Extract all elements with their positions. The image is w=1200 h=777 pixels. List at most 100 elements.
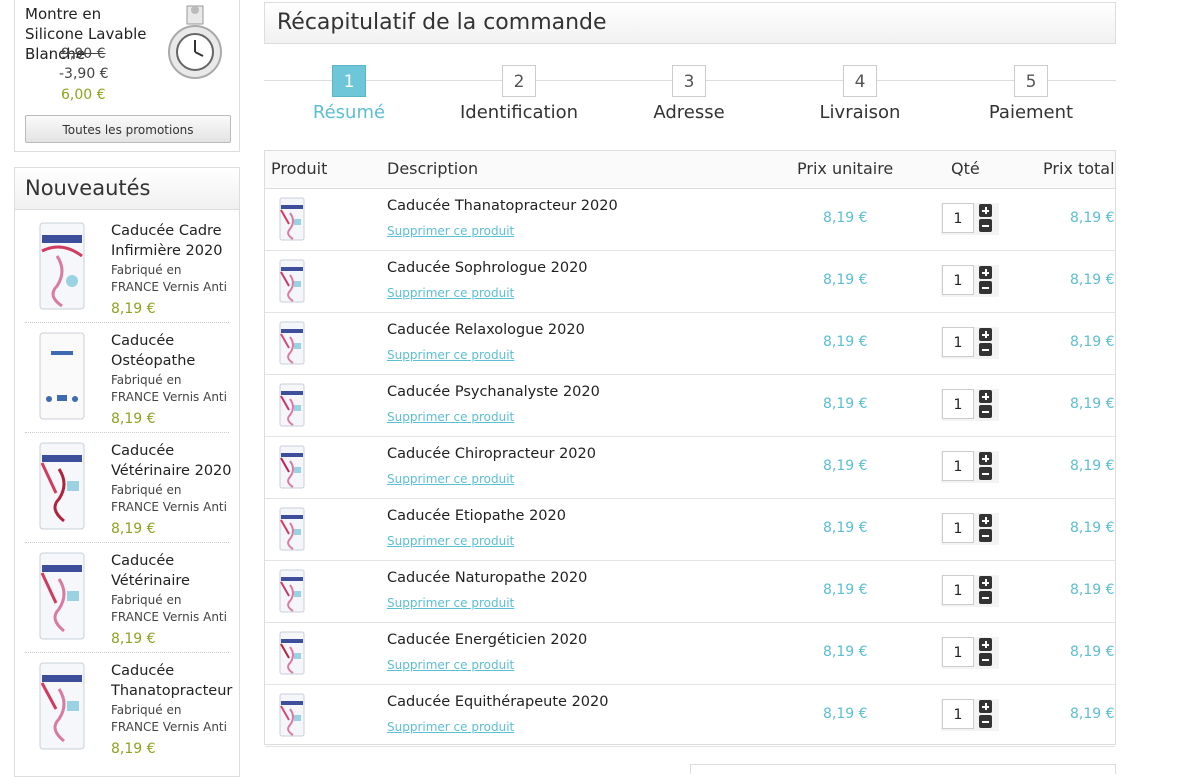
cart-product-name[interactable]: Caducée Thanatopracteur 2020 — [387, 198, 618, 214]
new-product-name[interactable]: Caducée Vétérinaire 2020 — [111, 441, 235, 481]
product-image[interactable] — [279, 259, 305, 303]
remove-product-link[interactable]: Supprimer ce produit — [387, 286, 514, 300]
product-image[interactable] — [279, 321, 305, 365]
remove-product-link[interactable]: Supprimer ce produit — [387, 658, 514, 672]
new-product-item[interactable]: Caducée Vétérinaire 2020 Fabriqué en FRA… — [15, 433, 239, 543]
plus-icon[interactable] — [979, 452, 992, 465]
plus-icon[interactable] — [979, 266, 992, 279]
cart-summary-box — [690, 764, 1116, 774]
total-price: 8,19 € — [1070, 396, 1115, 412]
plus-icon[interactable] — [979, 700, 992, 713]
step-label: Identification — [459, 102, 579, 123]
new-product-name[interactable]: Caducée Vétérinaire — [111, 551, 235, 591]
quantity-input[interactable]: 1 — [942, 203, 974, 233]
remove-product-link[interactable]: Supprimer ce produit — [387, 596, 514, 610]
new-product-desc: Fabriqué en — [111, 263, 182, 277]
new-product-item[interactable]: Caducée Ostéopathe Fabriqué en FRANCE Ve… — [15, 323, 239, 433]
minus-icon[interactable] — [979, 529, 992, 542]
new-product-name[interactable]: Caducée Cadre Infirmière 2020 — [111, 221, 235, 261]
product-image[interactable] — [279, 631, 305, 675]
cart-product-name[interactable]: Caducée Psychanalyste 2020 — [387, 384, 600, 400]
plus-icon[interactable] — [979, 204, 992, 217]
product-thumbnail[interactable] — [37, 661, 87, 751]
total-price: 8,19 € — [1070, 458, 1115, 474]
plus-icon[interactable] — [979, 390, 992, 403]
minus-icon[interactable] — [979, 591, 992, 604]
promo-old-price: 9,90 € — [61, 46, 106, 62]
product-image[interactable] — [279, 507, 305, 551]
plus-icon[interactable] — [979, 576, 992, 589]
step-delivery[interactable]: 4 Livraison — [775, 62, 945, 123]
minus-icon[interactable] — [979, 219, 992, 232]
minus-icon[interactable] — [979, 467, 992, 480]
cart-row: Caducée Etiopathe 2020 Supprimer ce produ… — [265, 498, 1115, 561]
quantity-input[interactable]: 1 — [942, 575, 974, 605]
plus-icon[interactable] — [979, 638, 992, 651]
quantity-input[interactable]: 1 — [942, 637, 974, 667]
quantity-input[interactable]: 1 — [942, 699, 974, 729]
new-product-name[interactable]: Caducée Ostéopathe — [111, 331, 235, 371]
product-thumbnail[interactable] — [37, 441, 87, 531]
cart-row: Caducée Chiropracteur 2020 Supprimer ce p… — [265, 436, 1115, 499]
product-image[interactable] — [279, 693, 305, 737]
promo-box: Montre en Silicone Lavable Blanche 9,90 … — [14, 0, 240, 152]
new-products-box: Nouveautés Caducée Cadre Infirmière 2020… — [14, 167, 240, 777]
quantity-input[interactable]: 1 — [942, 265, 974, 295]
minus-icon[interactable] — [979, 281, 992, 294]
unit-price: 8,19 € — [823, 210, 868, 226]
product-image[interactable] — [279, 569, 305, 613]
nurse-watch-image[interactable] — [165, 4, 225, 82]
remove-product-link[interactable]: Supprimer ce produit — [387, 348, 514, 362]
cart-product-name[interactable]: Caducée Naturopathe 2020 — [387, 570, 587, 586]
new-product-desc: FRANCE Vernis Anti — [111, 280, 227, 294]
quantity-input[interactable]: 1 — [942, 327, 974, 357]
unit-price: 8,19 € — [823, 706, 868, 722]
remove-product-link[interactable]: Supprimer ce produit — [387, 472, 514, 486]
step-identification[interactable]: 2 Identification — [434, 62, 604, 123]
new-product-item[interactable]: Caducée Cadre Infirmière 2020 Fabriqué e… — [15, 213, 239, 323]
quantity-input[interactable]: 1 — [942, 451, 974, 481]
cart-product-name[interactable]: Caducée Etiopathe 2020 — [387, 508, 566, 524]
cart-product-name[interactable]: Caducée Sophrologue 2020 — [387, 260, 588, 276]
new-product-desc: Fabriqué en — [111, 593, 182, 607]
cart-product-name[interactable]: Caducée Energéticien 2020 — [387, 632, 587, 648]
total-price: 8,19 € — [1070, 582, 1115, 598]
unit-price: 8,19 € — [823, 272, 868, 288]
new-product-price: 8,19 € — [111, 521, 156, 537]
product-image[interactable] — [279, 383, 305, 427]
cart-row: Caducée Energéticien 2020 Supprimer ce pr… — [265, 622, 1115, 685]
product-thumbnail[interactable] — [37, 221, 87, 311]
new-product-desc: FRANCE Vernis Anti — [111, 720, 227, 734]
plus-icon[interactable] — [979, 328, 992, 341]
cart-product-name[interactable]: Caducée Chiropracteur 2020 — [387, 446, 596, 462]
minus-icon[interactable] — [979, 653, 992, 666]
cart-product-name[interactable]: Caducée Equithérapeute 2020 — [387, 694, 609, 710]
total-price: 8,19 € — [1070, 706, 1115, 722]
remove-product-link[interactable]: Supprimer ce produit — [387, 410, 514, 424]
product-image[interactable] — [279, 197, 305, 241]
product-thumbnail[interactable] — [37, 551, 87, 641]
minus-icon[interactable] — [979, 343, 992, 356]
remove-product-link[interactable]: Supprimer ce produit — [387, 534, 514, 548]
step-number: 3 — [672, 65, 706, 97]
quantity-input[interactable]: 1 — [942, 389, 974, 419]
remove-product-link[interactable]: Supprimer ce produit — [387, 224, 514, 238]
all-promotions-button[interactable]: Toutes les promotions — [25, 115, 231, 143]
minus-icon[interactable] — [979, 715, 992, 728]
minus-icon[interactable] — [979, 405, 992, 418]
step-payment[interactable]: 5 Paiement — [946, 62, 1116, 123]
product-thumbnail[interactable] — [37, 331, 87, 421]
step-address[interactable]: 3 Adresse — [604, 62, 774, 123]
new-product-item[interactable]: Caducée Vétérinaire Fabriqué en FRANCE V… — [15, 543, 239, 653]
remove-product-link[interactable]: Supprimer ce produit — [387, 720, 514, 734]
checkout-steps: 1 Résumé 2 Identification 3 Adresse 4 Li… — [264, 62, 1116, 132]
new-product-desc: Fabriqué en — [111, 483, 182, 497]
quantity-input[interactable]: 1 — [942, 513, 974, 543]
plus-icon[interactable] — [979, 514, 992, 527]
cart-table-header: Produit Description Prix unitaire Qté Pr… — [265, 151, 1115, 189]
new-product-item[interactable]: Caducée Thanatopracteur Fabriqué en FRAN… — [15, 653, 239, 763]
new-product-name[interactable]: Caducée Thanatopracteur — [111, 661, 235, 701]
cart-product-name[interactable]: Caducée Relaxologue 2020 — [387, 322, 585, 338]
step-summary[interactable]: 1 Résumé — [264, 62, 434, 123]
product-image[interactable] — [279, 445, 305, 489]
